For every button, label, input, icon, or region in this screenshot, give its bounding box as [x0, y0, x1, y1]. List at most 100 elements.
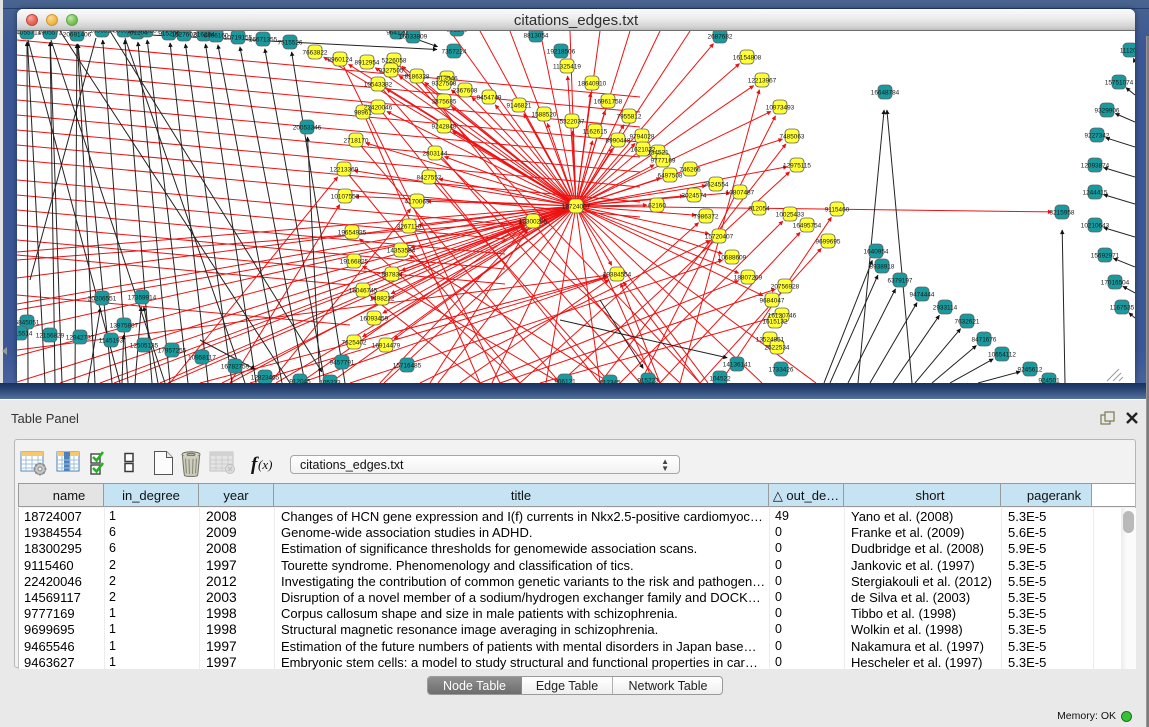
- svg-text:20691406: 20691406: [63, 32, 92, 39]
- svg-text:16648784: 16648784: [871, 90, 900, 97]
- svg-text:9227342: 9227342: [1085, 133, 1110, 140]
- svg-text:8938918: 8938918: [870, 264, 895, 271]
- svg-text:20206551: 20206551: [88, 296, 117, 303]
- svg-text:1905572: 1905572: [38, 31, 63, 37]
- svg-text:3915514: 3915514: [17, 331, 33, 338]
- svg-text:62160: 62160: [648, 203, 666, 210]
- svg-text:5322037: 5322037: [560, 119, 585, 126]
- svg-text:1096314: 1096314: [90, 31, 115, 35]
- svg-text:3624554: 3624554: [704, 182, 729, 189]
- svg-text:8471676: 8471676: [972, 337, 997, 344]
- svg-text:111205: 111205: [1120, 48, 1135, 55]
- svg-text:2687682: 2687682: [708, 34, 733, 41]
- svg-text:12093874: 12093874: [1081, 163, 1110, 170]
- svg-text:1733426: 1733426: [769, 367, 794, 374]
- svg-text:16093459: 16093459: [360, 316, 389, 323]
- svg-text:10543382: 10543382: [364, 82, 393, 89]
- svg-text:9329906: 9329906: [1095, 108, 1120, 115]
- svg-text:16495754: 16495754: [793, 223, 822, 230]
- svg-text:6845051: 6845051: [17, 320, 40, 327]
- svg-text:15716485: 15716485: [393, 363, 422, 370]
- svg-text:9327508: 9327508: [432, 81, 457, 88]
- svg-text:18724007: 18724007: [562, 204, 591, 211]
- svg-text:1498222: 1498222: [370, 296, 395, 303]
- svg-text:9699695: 9699695: [816, 239, 841, 246]
- svg-text:10958117: 10958117: [188, 355, 216, 362]
- svg-text:9327505: 9327505: [379, 68, 404, 75]
- svg-text:98961: 98961: [354, 110, 372, 117]
- svg-text:12942737: 12942737: [66, 335, 95, 342]
- svg-text:17016504: 17016504: [1101, 280, 1130, 287]
- svg-text:14353584: 14353584: [387, 248, 416, 255]
- svg-text:7986372: 7986372: [694, 214, 719, 221]
- svg-text:15751074: 15751074: [1105, 80, 1134, 87]
- svg-text:16961758: 16961758: [594, 99, 623, 106]
- svg-text:7357224: 7357224: [442, 49, 467, 56]
- svg-text:7663822: 7663822: [303, 50, 328, 57]
- svg-text:7485063: 7485063: [780, 134, 805, 141]
- svg-text:7515526: 7515526: [278, 40, 303, 47]
- svg-text:2367608: 2367608: [453, 88, 478, 95]
- svg-text:8454749: 8454749: [477, 95, 502, 102]
- svg-text:16154808: 16154808: [733, 55, 762, 62]
- svg-text:7625402: 7625402: [342, 340, 367, 347]
- svg-text:9146821: 9146821: [507, 103, 532, 110]
- svg-text:9777169: 9777169: [651, 158, 676, 165]
- svg-text:19166825: 19166825: [340, 259, 369, 266]
- svg-text:18807269: 18807269: [734, 275, 763, 282]
- svg-text:16033809: 16033809: [399, 34, 428, 41]
- svg-text:7955812: 7955812: [617, 114, 642, 121]
- svg-text:16782759: 16782759: [221, 364, 250, 371]
- svg-text:8186328: 8186328: [405, 74, 430, 81]
- svg-text:12156829: 12156829: [36, 333, 65, 340]
- svg-text:8990448: 8990448: [606, 138, 631, 145]
- svg-text:104522: 104522: [709, 376, 731, 383]
- svg-text:1244415: 1244415: [1083, 190, 1108, 197]
- svg-text:8912954: 8912954: [355, 60, 380, 67]
- svg-text:10688609: 10688609: [718, 255, 747, 262]
- svg-text:3215958: 3215958: [1050, 210, 1075, 217]
- svg-text:16914479: 16914479: [372, 343, 401, 350]
- svg-text:17957255: 17957255: [158, 348, 187, 355]
- svg-text:12505135: 12505135: [130, 343, 159, 350]
- svg-text:2718170: 2718170: [344, 138, 369, 145]
- svg-text:8960124: 8960124: [328, 57, 353, 64]
- svg-text:13524851: 13524851: [756, 337, 785, 344]
- svg-text:612054: 612054: [748, 206, 770, 213]
- svg-text:10973493: 10973493: [766, 105, 795, 112]
- svg-text:881205: 881205: [446, 31, 468, 34]
- svg-text:1145193: 1145193: [99, 338, 124, 345]
- svg-text:12213967: 12213967: [748, 78, 777, 85]
- svg-text:6379197: 6379197: [888, 278, 913, 285]
- svg-text:3267110: 3267110: [397, 224, 422, 231]
- svg-text:10654112: 10654112: [988, 352, 1016, 359]
- svg-text:1162615: 1162615: [583, 129, 608, 136]
- svg-text:9245612: 9245612: [1018, 367, 1043, 374]
- svg-text:1588520: 1588520: [532, 112, 557, 119]
- svg-text:9115460: 9115460: [825, 207, 850, 214]
- svg-text:3875685: 3875685: [432, 99, 457, 106]
- svg-text:10210643: 10210643: [1081, 223, 1110, 230]
- svg-text:19654935: 19654935: [338, 230, 367, 237]
- svg-text:9474444: 9474444: [910, 292, 935, 299]
- svg-text:2933114: 2933114: [933, 305, 958, 312]
- svg-text:10107553: 10107553: [331, 194, 360, 201]
- svg-text:10653287: 10653287: [132, 31, 161, 35]
- svg-text:15692971: 15692971: [1091, 253, 1120, 260]
- svg-text:15720407: 15720407: [705, 234, 734, 241]
- svg-text:9794028: 9794028: [630, 134, 655, 141]
- svg-text:10807487: 10807487: [726, 190, 755, 197]
- svg-text:14136141: 14136141: [723, 362, 752, 369]
- svg-text:(x): (x): [258, 457, 272, 472]
- svg-text:3024574: 3024574: [682, 193, 707, 200]
- svg-text:18300295: 18300295: [519, 219, 548, 226]
- svg-text:5226058: 5226058: [382, 58, 407, 65]
- svg-text:746266: 746266: [679, 167, 701, 174]
- svg-text:10025433: 10025433: [776, 212, 805, 219]
- svg-text:2522534: 2522534: [765, 345, 790, 352]
- svg-text:1615132: 1615132: [763, 319, 788, 326]
- svg-text:134521: 134521: [647, 150, 669, 157]
- svg-text:2803144: 2803144: [423, 151, 448, 158]
- svg-text:20053346: 20053346: [293, 125, 322, 132]
- svg-text:1640954: 1640954: [864, 249, 889, 256]
